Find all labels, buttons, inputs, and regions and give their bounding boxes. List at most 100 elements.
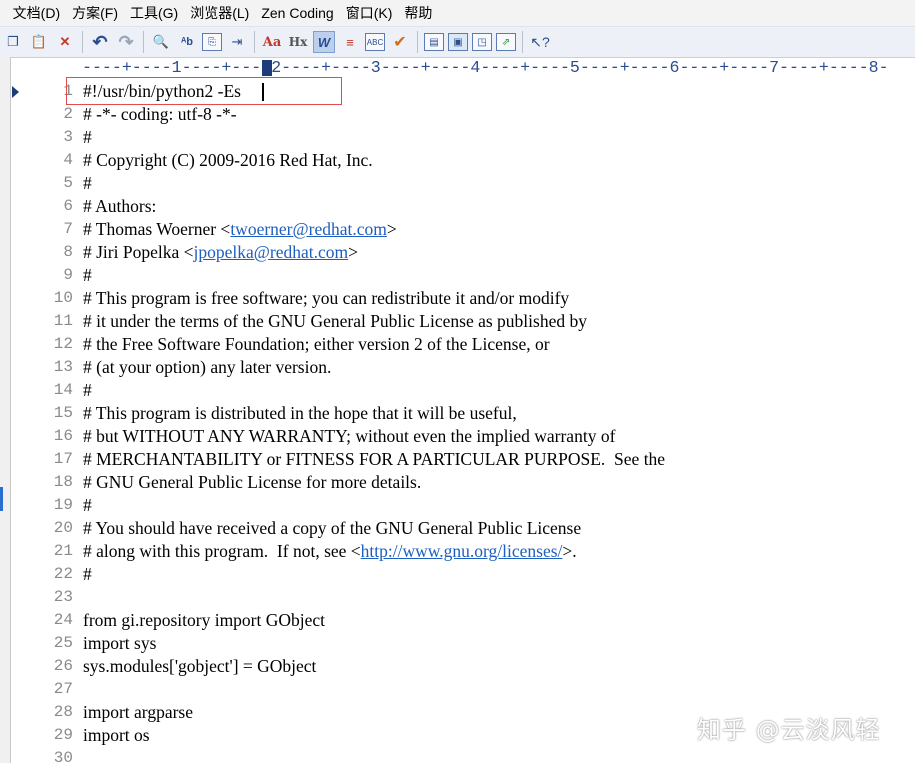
code-line[interactable]: 12 # the Free Software Foundation; either… <box>11 333 915 356</box>
line-number: 30 <box>53 749 73 763</box>
code-line[interactable]: 4 # Copyright (C) 2009-2016 Red Hat, Inc. <box>11 149 915 172</box>
hyperlink[interactable]: twoerner@redhat.com <box>230 219 387 239</box>
panel1-icon[interactable]: ▤ <box>424 33 444 51</box>
copy-icon[interactable]: ❐ <box>2 31 24 53</box>
code-text: # along with this program. If not, see <… <box>83 540 577 563</box>
code-line[interactable]: 20 # You should have received a copy of t… <box>11 517 915 540</box>
hyperlink[interactable]: jpopelka@redhat.com <box>194 242 349 262</box>
toolbar-separator <box>522 31 523 53</box>
code-text-prefix: # Jiri Popelka < <box>83 242 194 262</box>
preview-icon[interactable]: ◳ <box>472 33 492 51</box>
code-line[interactable]: 22 # <box>11 563 915 586</box>
code-line[interactable]: 6 # Authors: <box>11 195 915 218</box>
line-number: 13 <box>53 358 73 376</box>
code-line[interactable]: 24 from gi.repository import GObject <box>11 609 915 632</box>
menu-help[interactable]: 帮助 <box>398 0 438 26</box>
code-text: # Thomas Woerner <twoerner@redhat.com> <box>83 218 397 241</box>
code-text-suffix: > <box>348 242 358 262</box>
code-text: # but WITHOUT ANY WARRANTY; without even… <box>83 426 616 446</box>
code-line[interactable]: 7 # Thomas Woerner <twoerner@redhat.com> <box>11 218 915 241</box>
code-line[interactable]: 10 # This program is free software; you c… <box>11 287 915 310</box>
word-wrap-icon[interactable]: W <box>313 31 335 53</box>
code-line[interactable]: 17 # MERCHANTABILITY or FITNESS FOR A PAR… <box>11 448 915 471</box>
code-line[interactable]: 8 # Jiri Popelka <jpopelka@redhat.com> <box>11 241 915 264</box>
panel2-icon[interactable]: ▣ <box>448 33 468 51</box>
code-line[interactable]: 18 # GNU General Public License for more … <box>11 471 915 494</box>
code-line[interactable]: 9 # <box>11 264 915 287</box>
code-text: # Jiri Popelka <jpopelka@redhat.com> <box>83 241 358 264</box>
toolbar-separator <box>417 31 418 53</box>
code-line[interactable]: 26 sys.modules['gobject'] = GObject <box>11 655 915 678</box>
code-line[interactable]: 27 <box>11 678 915 701</box>
find-icon[interactable]: 🔍 <box>150 31 172 53</box>
code-line[interactable]: 16 # but WITHOUT ANY WARRANTY; without ev… <box>11 425 915 448</box>
code-editor[interactable]: 1 #!/usr/bin/python2 -Es 2 # -*- coding: ut… <box>11 80 915 763</box>
line-number: 28 <box>53 703 73 721</box>
code-line[interactable]: 5 # <box>11 172 915 195</box>
menu-prefix: ) <box>0 0 7 26</box>
code-text-suffix: > <box>386 219 397 239</box>
code-line[interactable]: 25 import sys <box>11 632 915 655</box>
undo-icon[interactable]: ↶ <box>89 31 111 53</box>
code-text: # <box>83 127 92 147</box>
line-number: 11 <box>53 312 73 330</box>
menu-document[interactable]: 文档(D) <box>7 0 66 26</box>
line-number: 12 <box>53 335 73 353</box>
line-numbers-icon[interactable]: ≡ <box>339 31 361 53</box>
replace-icon[interactable]: ᴬb <box>176 31 198 53</box>
code-line[interactable]: 3 # <box>11 126 915 149</box>
menu-scheme[interactable]: 方案(F) <box>66 0 124 26</box>
line-number: 15 <box>53 404 73 422</box>
menu-window[interactable]: 窗口(K) <box>340 0 399 26</box>
code-text: # the Free Software Foundation; either v… <box>83 334 550 354</box>
code-line[interactable]: 19 # <box>11 494 915 517</box>
menu-browser[interactable]: 浏览器(L) <box>184 0 255 26</box>
code-line[interactable]: 11 # it under the terms of the GNU Genera… <box>11 310 915 333</box>
code-text: from gi.repository import GObject <box>83 610 326 630</box>
code-line[interactable]: 14 # <box>11 379 915 402</box>
code-text: import os <box>83 725 150 745</box>
code-text: import sys <box>83 633 157 653</box>
code-line[interactable]: 15 # This program is distributed in the h… <box>11 402 915 425</box>
code-text: # -*- coding: utf-8 -*- <box>83 104 237 124</box>
line-number: 7 <box>63 220 73 238</box>
toolbar-separator <box>254 31 255 53</box>
line-number: 18 <box>53 473 73 491</box>
line-number: 2 <box>63 105 73 123</box>
code-line[interactable]: 23 <box>11 586 915 609</box>
indent-icon[interactable]: ⇥ <box>226 31 248 53</box>
menu-tools[interactable]: 工具(G) <box>124 0 184 26</box>
delete-icon[interactable]: ✕ <box>54 31 76 53</box>
line-number: 4 <box>63 151 73 169</box>
line-number: 3 <box>63 128 73 146</box>
checkmark-icon[interactable]: ✔ <box>389 31 411 53</box>
line-number: 29 <box>53 726 73 744</box>
export-icon[interactable]: ⇗ <box>496 33 516 51</box>
redo-icon[interactable]: ↷ <box>115 31 137 53</box>
line-number: 14 <box>53 381 73 399</box>
help-pointer-icon[interactable]: ↖? <box>529 31 551 53</box>
heading-icon[interactable]: Hx <box>287 31 309 53</box>
code-text: # <box>83 564 92 584</box>
code-line[interactable]: 2 # -*- coding: utf-8 -*- <box>11 103 915 126</box>
line-number: 16 <box>53 427 73 445</box>
code-line[interactable]: 13 # (at your option) any later version. <box>11 356 915 379</box>
menu-zen-coding[interactable]: Zen Coding <box>255 0 339 26</box>
code-line[interactable]: 21 # along with this program. If not, see… <box>11 540 915 563</box>
code-text: # You should have received a copy of the… <box>83 518 582 538</box>
font-icon[interactable]: Aa <box>261 31 283 53</box>
left-gutter-strip <box>0 57 11 763</box>
hyperlink[interactable]: http://www.gnu.org/licenses/ <box>361 541 563 561</box>
gutter-marker <box>0 487 3 511</box>
code-text: # Copyright (C) 2009-2016 Red Hat, Inc. <box>83 150 373 170</box>
toolbar-separator <box>143 31 144 53</box>
find-in-files-icon[interactable]: ⎘ <box>202 33 222 51</box>
code-line[interactable]: 30 <box>11 747 915 763</box>
spell-abc-icon[interactable]: ABC <box>365 33 385 51</box>
line-number: 19 <box>53 496 73 514</box>
text-caret <box>262 83 264 101</box>
code-text-suffix: >. <box>562 541 577 561</box>
paste-icon[interactable]: 📋 <box>28 31 50 53</box>
code-text: import argparse <box>83 702 193 722</box>
line-number: 10 <box>53 289 73 307</box>
